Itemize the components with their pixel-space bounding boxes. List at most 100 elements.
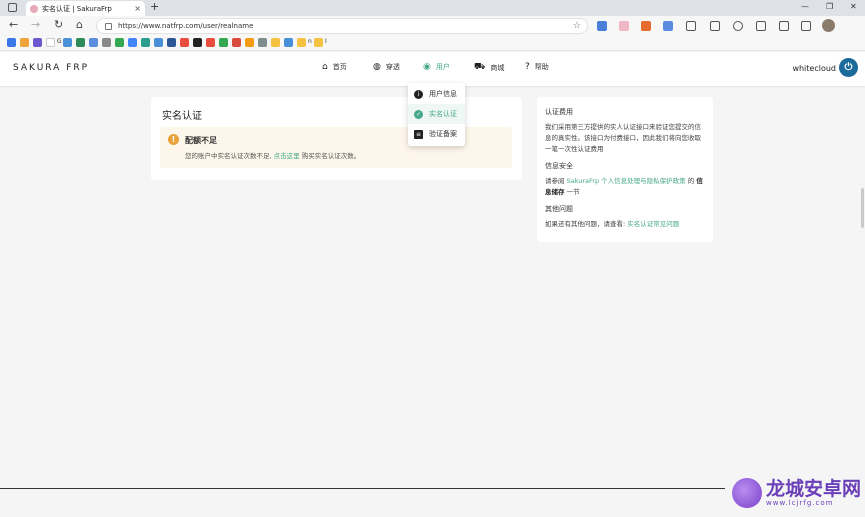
other-text-before: 如果还有其他问题，请查看: [545,220,628,228]
help-icon: ? [525,62,530,72]
bookmark-icon[interactable] [206,38,215,47]
bookmark-icon[interactable] [219,38,228,47]
bookmark-icon[interactable] [297,38,306,47]
bookmark-label: G [57,38,62,45]
bookmark-icon[interactable] [245,38,254,47]
close-window-button[interactable]: ✕ [850,2,857,11]
bookmark-icon[interactable] [258,38,267,47]
nav-help[interactable]: ? 帮助 [525,62,549,72]
security-text-after: 一节 [564,188,580,196]
faq-link[interactable]: 实名认证常见问题 [627,220,679,228]
site-logo[interactable]: SAKURA FRP [13,63,89,73]
info-sidebar: 认证费用 我们采用第三方提供的实人认证接口来验证您提交的信息的真实性。该接口为付… [537,97,713,242]
profile-avatar[interactable] [822,19,835,32]
bookmark-label: I [325,38,327,45]
extension-icon[interactable] [619,21,629,31]
security-text-mid: 的 [685,177,697,185]
tab-actions-icon[interactable] [8,3,17,12]
site-favicon-icon [30,4,38,13]
bookmark-icon[interactable] [63,38,72,47]
extension-icon[interactable] [686,21,696,31]
user-dropdown-menu: i 用户信息 ✓ 实名认证 ≡ 验证备案 [408,83,465,146]
user-icon: ◉ [423,62,431,72]
realname-card: 实名认证 ! 配额不足 您的账户中实名认证次数不足, 点击这里 购买实名认证次数… [151,97,522,180]
bookmark-icon[interactable] [128,38,137,47]
back-icon[interactable]: ← [9,18,18,31]
nav-label: 用户 [435,63,450,71]
maximize-button[interactable]: ❐ [826,2,833,11]
bookmark-icon[interactable] [154,38,163,47]
nav-tunnel[interactable]: ◍ 穿透 [373,62,400,72]
browser-titlebar: 实名认证 | SakuraFrp × + — ❐ ✕ [0,0,865,16]
bookmark-icon[interactable] [167,38,176,47]
bookmark-icon[interactable] [46,38,55,47]
bookmark-icon[interactable] [115,38,124,47]
browser-tab[interactable]: 实名认证 | SakuraFrp × [26,1,145,16]
alert-text: 您的账户中实名认证次数不足, 点击这里 购买实名认证次数。 [185,150,360,160]
warning-icon: ! [168,134,179,145]
nav-user[interactable]: ◉ 用户 [423,62,450,72]
nav-shop[interactable]: ⛟ 商城 [474,62,504,73]
watermark-url: www.lcjrfg.com [766,499,834,507]
home-icon[interactable]: ⌂ [76,18,83,31]
menu-item-user-info[interactable]: i 用户信息 [408,84,465,104]
power-icon[interactable]: ⏻ [839,58,858,77]
extension-icon[interactable] [597,21,607,31]
extension-icon[interactable] [641,21,651,31]
favorite-star-icon[interactable]: ☆ [573,21,581,31]
address-bar[interactable]: https://www.natfrp.com/user/realname ☆ [96,18,588,34]
security-text: 请参阅 SakuraFrp 个人信息处理与隐私保护政策 的 信息储存 一节 [545,176,705,198]
bookmark-icon[interactable] [180,38,189,47]
fee-text: 我们采用第三方提供的实人认证接口来验证您提交的信息的真实性。该接口为付费接口，因… [545,123,701,153]
history-icon[interactable] [733,21,743,31]
other-heading: 其他问题 [545,205,573,213]
menu-item-label: 用户信息 [429,90,457,98]
globe-icon: ◍ [373,62,381,72]
downloads-icon[interactable] [756,21,766,31]
reload-icon[interactable]: ↻ [54,18,63,31]
bookmark-icon[interactable] [314,38,323,47]
buy-link[interactable]: 点击这里 [274,152,300,160]
home-icon: ⌂ [322,62,328,72]
bookmark-icon[interactable] [76,38,85,47]
extension-icon[interactable] [663,21,673,31]
divider [0,488,725,489]
menu-item-label: 验证备案 [429,130,457,138]
bookmark-icon[interactable] [232,38,241,47]
page-scrollbar[interactable] [861,188,864,228]
bookmark-icon[interactable] [7,38,16,47]
bookmark-icon[interactable] [271,38,280,47]
bookmark-icon[interactable] [33,38,42,47]
new-tab-button[interactable]: + [150,0,159,13]
menu-item-filing[interactable]: ≡ 验证备案 [408,124,465,144]
bookmark-icon[interactable] [102,38,111,47]
security-heading: 信息安全 [545,162,573,170]
bookmark-icon[interactable] [89,38,98,47]
screenshot-icon[interactable] [779,21,789,31]
other-text: 如果还有其他问题，请查看: 实名认证常见问题 [545,219,705,230]
nav-home[interactable]: ⌂ 首页 [322,62,347,72]
cart-icon: ⛟ [474,62,486,72]
minimize-button[interactable]: — [801,2,809,11]
collections-icon[interactable] [710,21,720,31]
bookmark-icon[interactable] [284,38,293,47]
nav-label: 商城 [490,63,505,72]
lock-icon [105,22,112,30]
bookmark-icon[interactable] [141,38,150,47]
username[interactable]: whitecloud [792,64,836,73]
alert-text-after: 购买实名认证次数。 [299,152,361,160]
nav-label: 帮助 [534,63,549,71]
security-text-before: 请参阅 [545,177,567,185]
alert-text-before: 您的账户中实名认证次数不足, [185,152,274,160]
privacy-policy-link[interactable]: SakuraFrp 个人信息处理与隐私保护政策 [567,177,686,185]
watermark-title: 龙城安卓网 [766,478,862,500]
bookmark-icon[interactable] [193,38,202,47]
bookmark-icon[interactable] [20,38,29,47]
site-header: SAKURA FRP ⌂ 首页 ◍ 穿透 ◉ 用户 ⛟ 商城 ? 帮助 whit… [0,52,865,86]
forward-icon[interactable]: → [31,18,40,31]
tab-close-icon[interactable]: × [134,4,141,13]
bookmark-label: n [308,38,312,45]
share-icon[interactable] [801,21,811,31]
page-title: 实名认证 [162,111,202,122]
menu-item-realname[interactable]: ✓ 实名认证 [408,104,465,124]
